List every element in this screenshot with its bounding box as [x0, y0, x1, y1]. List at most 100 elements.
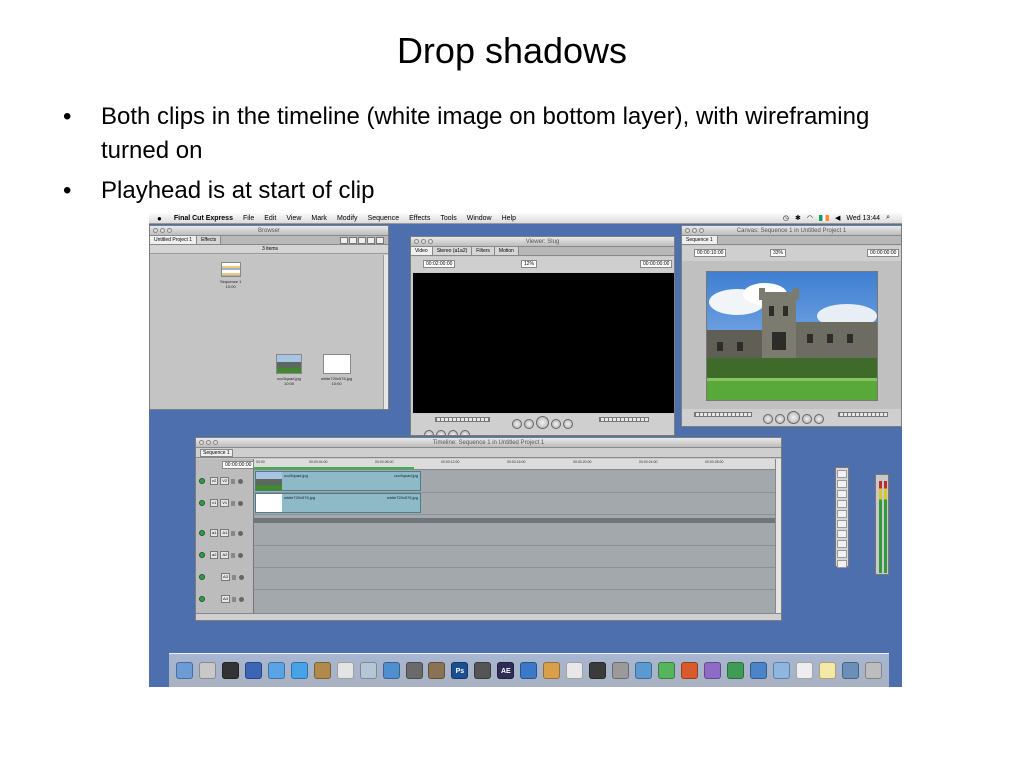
preview-icon[interactable] — [566, 662, 584, 679]
apple-menu-icon[interactable]: ● — [157, 214, 162, 223]
menu-effects[interactable]: Effects — [409, 215, 430, 222]
stickies-icon[interactable] — [818, 662, 836, 679]
view-button[interactable] — [376, 237, 384, 244]
zoom-icon[interactable] — [428, 239, 433, 244]
tab-stereo[interactable]: Stereo (a1a2) — [432, 247, 473, 255]
close-icon[interactable] — [685, 228, 690, 233]
auto-select-icon[interactable] — [238, 530, 244, 536]
source-label[interactable]: v2 — [210, 477, 219, 485]
safari-icon[interactable] — [267, 662, 285, 679]
zoom-icon[interactable] — [699, 228, 704, 233]
timeline-tracks[interactable]: ucc5quad.jpg ucc5quad.jpg white720x576.j… — [254, 470, 777, 613]
timeline-timecode[interactable]: 00:00:00:00 — [222, 461, 255, 469]
prev-edit-button[interactable] — [763, 414, 773, 424]
track-label[interactable]: V2 — [220, 477, 230, 485]
close-icon[interactable] — [153, 228, 158, 233]
selection-tool-icon[interactable] — [837, 470, 847, 478]
dashboard-icon[interactable] — [221, 662, 239, 679]
pen-tool-icon[interactable] — [837, 530, 847, 538]
clip-v2[interactable]: ucc5quad.jpg ucc5quad.jpg — [255, 471, 421, 491]
lock-icon[interactable] — [231, 574, 236, 580]
quicktime-icon[interactable] — [520, 662, 538, 679]
auto-select-icon[interactable] — [238, 574, 244, 580]
menu-tools[interactable]: Tools — [440, 215, 456, 222]
lock-icon[interactable] — [231, 500, 236, 506]
timeline-titlebar[interactable]: Timeline: Sequence 1 in Untitled Project… — [196, 438, 781, 448]
viewer-zoom[interactable]: 12% — [521, 260, 538, 268]
tab-sequence[interactable]: Sequence 1 — [682, 236, 718, 244]
viewer-jog[interactable] — [599, 417, 649, 422]
roll-tool-icon[interactable] — [837, 490, 847, 498]
next-edit-button[interactable] — [563, 419, 573, 429]
canvas-jog[interactable] — [838, 412, 888, 417]
flash-icon[interactable] — [680, 662, 698, 679]
dvd-player-icon[interactable] — [589, 662, 607, 679]
clip-v1[interactable]: white720x576.jpg white720x576.jpg — [255, 493, 421, 513]
itunes-icon[interactable] — [359, 662, 377, 679]
viewer-current-time[interactable]: 00:00:00:00 — [640, 260, 673, 268]
ichat-icon[interactable] — [290, 662, 308, 679]
menu-modify[interactable]: Modify — [337, 215, 358, 222]
sync-icon[interactable]: ◷ — [783, 214, 789, 222]
menu-sequence[interactable]: Sequence — [368, 215, 400, 222]
timeline-vscroll[interactable] — [775, 459, 781, 613]
garageband-icon[interactable] — [543, 662, 561, 679]
lock-icon[interactable] — [231, 596, 236, 602]
imovie-icon[interactable] — [405, 662, 423, 679]
after-effects-icon[interactable]: AE — [497, 662, 515, 679]
track-visibility-icon[interactable] — [199, 478, 205, 484]
play-around-button[interactable] — [551, 419, 561, 429]
mail-icon[interactable] — [198, 662, 216, 679]
track-label[interactable]: V1 — [220, 499, 230, 507]
crop-tool-icon[interactable] — [837, 520, 847, 528]
final-cut-icon[interactable] — [474, 662, 492, 679]
timeline-hscroll[interactable] — [196, 613, 781, 620]
documents-icon[interactable] — [795, 662, 813, 679]
photoshop-icon[interactable]: Ps — [451, 662, 469, 679]
zoom-icon[interactable] — [213, 440, 218, 445]
tab-filters[interactable]: Filters — [472, 247, 495, 255]
viewer-shuttle[interactable] — [435, 417, 490, 422]
minimize-icon[interactable] — [206, 440, 211, 445]
hand-tool-icon[interactable] — [837, 540, 847, 548]
photos-icon[interactable] — [841, 662, 859, 679]
menu-help[interactable]: Help — [502, 215, 516, 222]
menu-mark[interactable]: Mark — [311, 215, 327, 222]
tab-motion[interactable]: Motion — [494, 247, 519, 255]
track-enable-icon[interactable] — [199, 530, 205, 536]
slip-tool-icon[interactable] — [837, 550, 847, 558]
input-flag-icon[interactable] — [818, 215, 829, 221]
select-track-tool-icon[interactable] — [837, 480, 847, 488]
view-button[interactable] — [349, 237, 357, 244]
play-around-button[interactable] — [802, 414, 812, 424]
source-label[interactable]: a1 — [210, 529, 219, 537]
spotlight-icon[interactable]: ⌕ — [886, 214, 890, 222]
volume-icon[interactable]: ◀ — [835, 214, 840, 222]
menu-edit[interactable]: Edit — [264, 215, 276, 222]
close-icon[interactable] — [414, 239, 419, 244]
msn-icon[interactable] — [726, 662, 744, 679]
auto-select-icon[interactable] — [238, 552, 244, 558]
wifi-icon[interactable]: ◠ — [807, 214, 813, 222]
minimize-icon[interactable] — [692, 228, 697, 233]
idvd-icon[interactable] — [428, 662, 446, 679]
auto-select-icon[interactable] — [238, 500, 244, 506]
folder-icon[interactable] — [772, 662, 790, 679]
tab-effects[interactable]: Effects — [197, 236, 222, 244]
minimize-icon[interactable] — [421, 239, 426, 244]
timeline-ruler[interactable]: 00:00 00:00:04:00 00:00:08:00 00:00:12:0… — [254, 459, 777, 470]
video-audio-separator[interactable] — [254, 518, 777, 523]
web-icon[interactable] — [635, 662, 653, 679]
menu-clock[interactable]: Wed 13:44 — [846, 215, 880, 222]
zoom-icon[interactable] — [167, 228, 172, 233]
play-button[interactable] — [536, 416, 549, 429]
lock-icon[interactable] — [231, 530, 236, 536]
xcode-icon[interactable] — [244, 662, 262, 679]
auto-select-icon[interactable] — [238, 478, 244, 484]
razor-tool-icon[interactable] — [837, 500, 847, 508]
track-label[interactable]: A2 — [220, 551, 230, 559]
track-enable-icon[interactable] — [199, 574, 205, 580]
menu-window[interactable]: Window — [467, 215, 492, 222]
browser-scrollbar[interactable] — [383, 255, 388, 409]
play-in-out-button[interactable] — [524, 419, 534, 429]
